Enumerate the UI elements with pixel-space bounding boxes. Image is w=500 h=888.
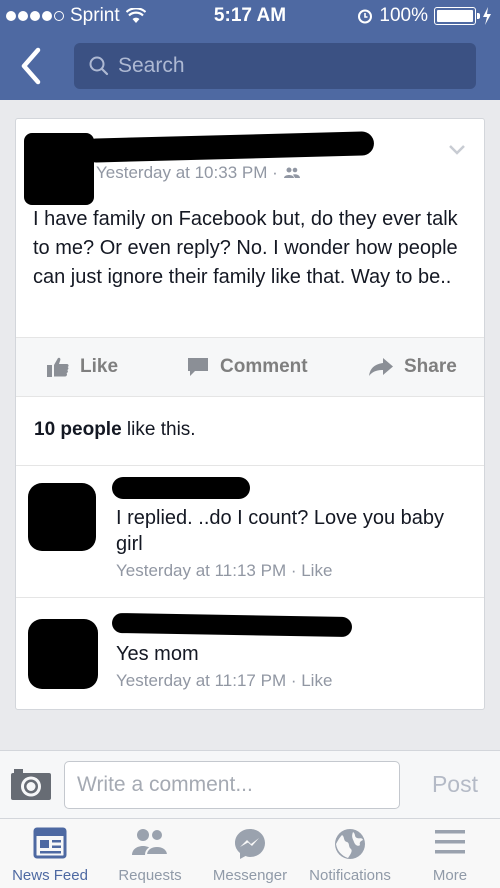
post-body: I have family on Facebook but, do they e…: [33, 208, 458, 288]
tab-bar: News Feed Requests Messenger Notificatio…: [0, 818, 500, 888]
comment-like-link[interactable]: Like: [301, 561, 332, 580]
globe-icon: [335, 829, 365, 859]
likes-summary[interactable]: 10 people like this.: [34, 419, 196, 441]
chevron-down-icon: [449, 145, 465, 155]
tab-notifications[interactable]: Notifications: [300, 819, 400, 888]
battery-info: 100%: [357, 5, 492, 27]
commenter-name-redacted: [112, 477, 250, 499]
charging-icon: [483, 7, 491, 25]
like-button[interactable]: Like: [46, 337, 118, 397]
comment-meta: Yesterday at 11:13 PM · Like: [116, 561, 333, 580]
status-bar: Sprint 5:17 AM 100%: [0, 0, 500, 32]
comment-meta: Yesterday at 11:17 PM · Like: [116, 671, 333, 690]
post-timestamp: Yesterday at 10:33 PM ·: [96, 163, 300, 183]
search-bar[interactable]: [74, 43, 476, 89]
tab-news-feed[interactable]: News Feed: [0, 819, 100, 888]
comment-like-link[interactable]: Like: [301, 671, 332, 690]
comment-item: I replied. ..do I count? Love you baby g…: [16, 465, 484, 597]
commenter-name-redacted: [111, 612, 353, 638]
comment-icon: [188, 358, 208, 376]
thumbs-up-icon: [47, 357, 69, 377]
search-icon: [89, 56, 109, 76]
comment-button[interactable]: Comment: [186, 337, 308, 397]
comment-text: Yes mom: [116, 643, 199, 665]
comment-composer: Post: [0, 750, 500, 818]
camera-button[interactable]: [10, 767, 52, 806]
post-card: Yesterday at 10:33 PM · I have family on…: [15, 118, 485, 710]
share-arrow-icon: [369, 358, 393, 376]
camera-icon: [11, 769, 51, 800]
chevron-left-icon: [21, 47, 41, 85]
alarm-icon: [358, 9, 373, 24]
share-button[interactable]: Share: [368, 337, 457, 397]
search-input[interactable]: [118, 52, 458, 80]
friends-audience-icon: [283, 167, 300, 178]
author-name-redacted: [83, 131, 375, 163]
tab-messenger[interactable]: Messenger: [200, 819, 300, 888]
tab-more[interactable]: More: [400, 819, 500, 888]
comment-item: Yes mom Yesterday at 11:17 PM · Like: [16, 597, 484, 709]
commenter-avatar-redacted: [28, 483, 96, 551]
post-comment-button[interactable]: Post: [432, 771, 478, 798]
requests-icon: [132, 828, 170, 856]
menu-icon: [435, 830, 465, 854]
comment-text: I replied. ..do I count? Love you baby g…: [116, 507, 444, 555]
commenter-avatar-redacted: [28, 619, 98, 689]
battery-icon: [434, 7, 480, 25]
comment-input[interactable]: [64, 761, 400, 809]
post-actions: Like Comment Share: [16, 337, 484, 397]
battery-percent: 100%: [379, 5, 428, 26]
author-avatar-redacted: [24, 133, 94, 205]
messenger-icon: [235, 829, 265, 859]
top-bar: Sprint 5:17 AM 100%: [0, 0, 500, 100]
back-button[interactable]: [16, 44, 56, 88]
post-options-button[interactable]: [448, 143, 466, 161]
tab-requests[interactable]: Requests: [100, 819, 200, 888]
news-feed-icon: [33, 827, 67, 859]
